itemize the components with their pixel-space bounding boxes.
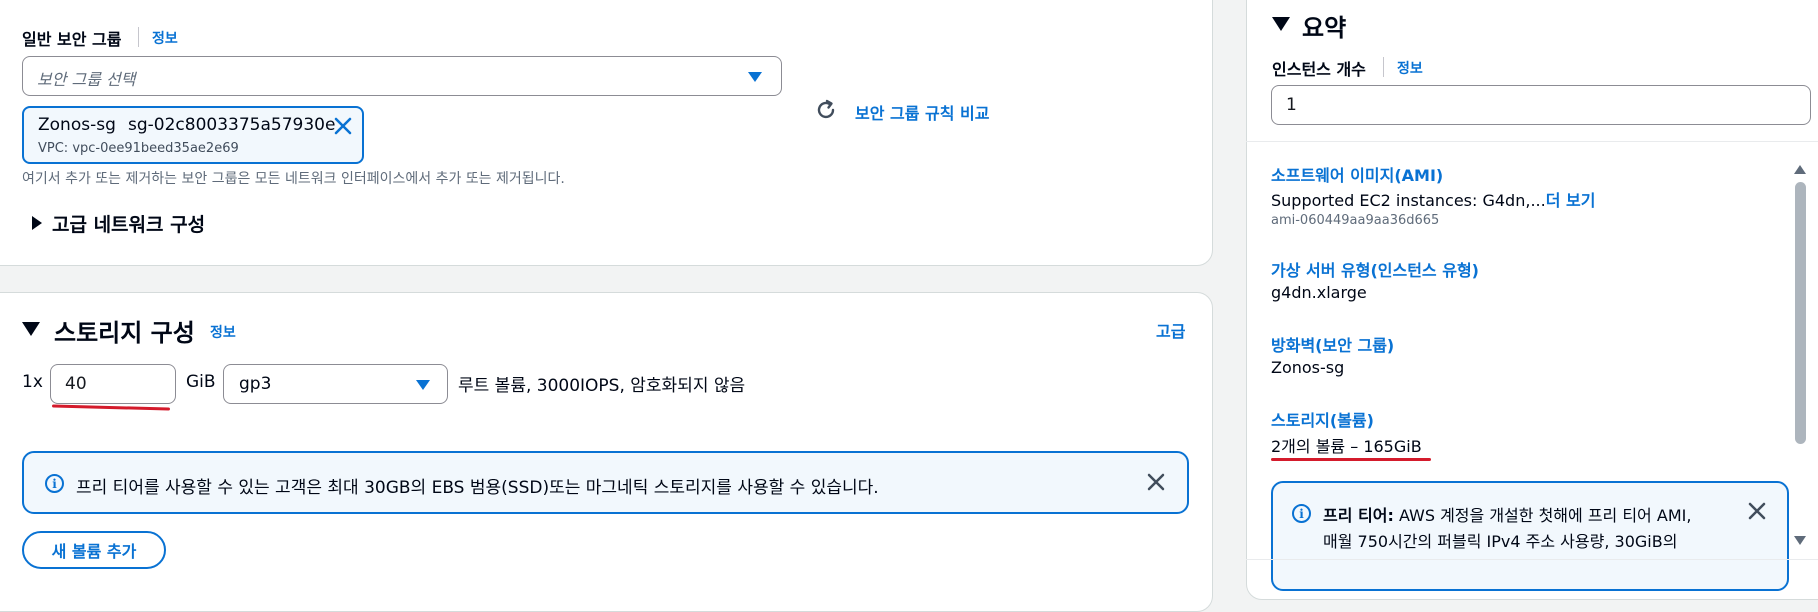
chevron-down-icon <box>416 380 430 390</box>
security-group-token: Zonos-sg sg-02c8003375a57930e VPC: vpc-0… <box>22 106 364 164</box>
caret-right-icon[interactable] <box>32 216 42 230</box>
free-tier-message: 프리 티어를 사용할 수 있는 고객은 최대 30GB의 EBS 범용(SSD)… <box>76 478 879 498</box>
annotation-underline <box>1271 458 1431 461</box>
security-group-info-link[interactable]: 정보 <box>152 28 178 48</box>
volume-multiplier: 1x <box>22 372 43 392</box>
scrollbar-thumb[interactable] <box>1795 182 1806 444</box>
ami-more-link[interactable]: 더 보기 <box>1546 191 1596 210</box>
free-tier-line1: AWS 계정을 개설한 첫해에 프리 티어 AMI, <box>1393 506 1692 525</box>
free-tier-line2: 매월 750시간의 퍼블릭 IPv4 주소 사용량, 30GiB의 <box>1323 532 1678 551</box>
instance-type-value: g4dn.xlarge <box>1271 283 1367 302</box>
security-group-placeholder: 보안 그룹 선택 <box>37 70 136 89</box>
instance-count-value: 1 <box>1286 95 1297 115</box>
token-id: sg-02c8003375a57930e <box>128 115 336 135</box>
volume-size-value: 40 <box>65 374 87 394</box>
volume-size-input[interactable]: 40 <box>50 364 176 404</box>
divider <box>1246 141 1818 142</box>
storage-link[interactable]: 스토리지(볼륨) <box>1271 407 1374 431</box>
summary-title: 요약 <box>1302 14 1347 42</box>
separator <box>1383 57 1384 77</box>
storage-title: 스토리지 구성 <box>54 319 195 347</box>
instance-count-input[interactable]: 1 <box>1271 85 1811 125</box>
caret-down-icon[interactable] <box>22 322 40 336</box>
close-icon[interactable] <box>1748 502 1766 520</box>
ami-value: Supported EC2 instances: G4dn,... <box>1271 191 1546 210</box>
storage-advanced-link[interactable]: 고급 <box>1156 318 1185 342</box>
free-tier-bold: 프리 티어: <box>1323 506 1394 525</box>
instance-type-link[interactable]: 가상 서버 유형(인스턴스 유형) <box>1271 257 1479 281</box>
security-group-select[interactable]: 보안 그룹 선택 <box>22 56 782 96</box>
volume-type-select[interactable]: gp3 <box>223 364 448 404</box>
compare-rules-link[interactable]: 보안 그룹 규칙 비교 <box>855 100 989 124</box>
security-group-label: 일반 보안 그룹 <box>22 30 122 49</box>
separator <box>138 27 139 47</box>
token-vpc: VPC: vpc-0ee91beed35ae2e69 <box>38 141 239 156</box>
scroll-up-icon[interactable] <box>1794 165 1806 174</box>
ami-link[interactable]: 소프트웨어 이미지(AMI) <box>1271 162 1443 186</box>
security-group-description: 여기서 추가 또는 제거하는 보안 그룹은 모든 네트워크 인터페이스에서 추가… <box>22 171 565 187</box>
volume-type-value: gp3 <box>239 374 272 394</box>
firewall-link[interactable]: 방화벽(보안 그룹) <box>1271 332 1394 356</box>
ami-id: ami-060449aa9aa36d665 <box>1271 213 1440 228</box>
scroll-down-icon[interactable] <box>1794 536 1806 545</box>
volume-unit: GiB <box>186 372 216 392</box>
root-volume-description: 루트 볼륨, 3000IOPS, 암호화되지 않음 <box>458 376 746 396</box>
storage-value: 2개의 볼륨 – 165GiB <box>1271 437 1422 456</box>
token-name: Zonos-sg <box>38 115 116 135</box>
info-icon: i <box>45 474 64 493</box>
add-volume-button[interactable]: 새 볼륨 추가 <box>22 531 166 569</box>
instance-count-info-link[interactable]: 정보 <box>1397 58 1423 78</box>
firewall-value: Zonos-sg <box>1271 358 1345 377</box>
caret-down-icon[interactable] <box>1272 17 1290 31</box>
close-icon[interactable] <box>334 117 352 135</box>
storage-info-link[interactable]: 정보 <box>210 322 236 342</box>
divider <box>1246 559 1818 560</box>
refresh-icon[interactable] <box>814 98 838 122</box>
info-icon: i <box>1292 504 1311 523</box>
instance-count-label: 인스턴스 개수 <box>1272 60 1366 79</box>
advanced-network-toggle[interactable]: 고급 네트워크 구성 <box>52 210 205 237</box>
close-icon[interactable] <box>1147 473 1165 491</box>
chevron-down-icon <box>748 72 762 82</box>
free-tier-alert: i 프리 티어를 사용할 수 있는 고객은 최대 30GB의 EBS 범용(SS… <box>22 451 1189 514</box>
